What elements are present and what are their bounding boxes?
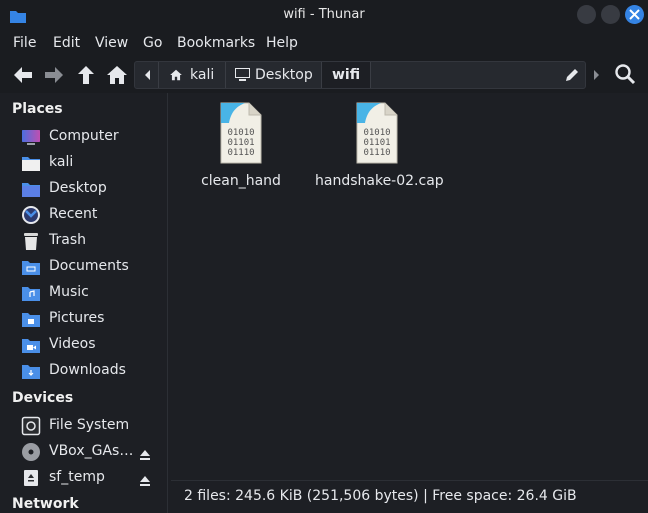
crumb-desktop[interactable]: Desktop [226,62,322,88]
drive-icon [21,416,41,436]
sidebar-item-trash[interactable]: Trash [0,229,166,253]
music-folder-icon [21,283,41,303]
svg-text:01110: 01110 [363,148,390,158]
sidebar-item-desktop[interactable]: Desktop [0,177,166,201]
svg-text:01010: 01010 [363,128,390,138]
minimize-button[interactable] [577,5,596,24]
network-heading: Network [12,496,79,512]
forward-button[interactable] [42,63,66,87]
sidebar-item-label: Recent [49,206,98,222]
computer-icon [21,127,41,147]
file-name: handshake-02.cap [315,173,444,189]
status-bar: 2 files: 245.6 KiB (251,506 bytes) | Fre… [171,480,648,513]
chevron-right-icon [594,70,599,80]
sidebar-item-label: Trash [49,232,86,248]
path-bar: kali Desktop wifi [134,61,586,89]
path-entry[interactable] [371,62,585,88]
menu-go[interactable]: Go [143,35,162,51]
file-name: clean_hand [201,173,281,189]
search-icon [615,64,636,85]
sidebar-item-music[interactable]: Music [0,281,166,305]
chevron-left-icon [145,70,150,80]
sidebar-item-recent[interactable]: Recent [0,203,166,227]
sidebar-item-computer[interactable]: Computer [0,125,166,149]
optical-disc-icon [21,442,41,462]
sidebar-item-label: Desktop [49,180,107,196]
menu-help[interactable]: Help [266,35,298,51]
crumb-label: kali [190,67,215,83]
home-button[interactable] [105,63,129,87]
svg-text:01010: 01010 [227,128,254,138]
menu-bookmarks[interactable]: Bookmarks [177,35,255,51]
sidebar-item-label: File System [49,417,130,433]
path-scroll-right-button[interactable] [590,63,604,87]
sidebar-item-kali[interactable]: kali [0,151,166,175]
menu-bar: File Edit View Go Bookmarks Help [0,30,648,57]
binary-file-icon: 01010 01101 01110 [356,102,398,164]
removable-drive-icon [21,468,41,488]
menu-file[interactable]: File [13,35,36,51]
crumb-wifi[interactable]: wifi [322,62,371,88]
status-text: 2 files: 245.6 KiB (251,506 bytes) | Fre… [184,488,577,504]
eject-icon[interactable] [139,472,151,491]
documents-folder-icon [21,257,41,277]
menu-view[interactable]: View [95,35,128,51]
close-icon [629,9,640,20]
sidebar-item-label: Pictures [49,310,105,326]
file-view[interactable]: 01010 01101 01110 clean_hand 01010 01101… [171,93,648,480]
crumb-label: Desktop [255,67,313,83]
home-icon [107,66,127,84]
places-heading: Places [12,101,63,117]
binary-file-icon: 01010 01101 01110 [220,102,262,164]
up-button[interactable] [74,63,98,87]
pencil-icon[interactable] [565,68,579,82]
sidebar-item-label: Music [49,284,89,300]
recent-icon [21,205,41,225]
sidebar-item-videos[interactable]: Videos [0,333,166,357]
eject-icon[interactable] [139,446,151,465]
maximize-button[interactable] [601,5,620,24]
crumb-kali[interactable]: kali [159,62,226,88]
sidebar-item-documents[interactable]: Documents [0,255,166,279]
sidebar-item-label: VBox_GAs… [49,443,134,459]
path-scroll-left-button[interactable] [135,62,159,88]
menu-edit[interactable]: Edit [53,35,80,51]
sidebar-item-label: kali [49,154,74,170]
file-item-clean-hand[interactable]: 01010 01101 01110 clean_hand [195,101,287,189]
sidebar-item-label: Computer [49,128,119,144]
svg-text:01101: 01101 [227,138,254,148]
sidebar-item-label: Documents [49,258,129,274]
sidebar-item-label: Downloads [49,362,126,378]
sidebar-item-pictures[interactable]: Pictures [0,307,166,331]
arrow-right-icon [45,67,63,83]
crumb-label: wifi [332,67,361,83]
close-button[interactable] [625,5,644,24]
svg-text:01101: 01101 [363,138,390,148]
sidebar-item-vbox[interactable]: VBox_GAs… [0,440,166,464]
file-item-handshake[interactable]: 01010 01101 01110 handshake-02.cap [315,101,444,189]
svg-text:01110: 01110 [227,148,254,158]
sidebar-item-downloads[interactable]: Downloads [0,359,166,383]
home-folder-icon [21,153,41,173]
home-icon [170,69,182,81]
desktop-icon [235,68,250,81]
toolbar: kali Desktop wifi [0,57,648,93]
back-button[interactable] [11,63,35,87]
arrow-left-icon [14,67,32,83]
window-title: wifi - Thunar [283,7,365,22]
arrow-up-icon [78,66,94,84]
trash-icon [21,231,41,251]
sidebar-item-file-system[interactable]: File System [0,414,166,438]
search-button[interactable] [614,63,638,87]
pictures-folder-icon [21,309,41,329]
sidebar-item-sf-temp[interactable]: sf_temp [0,466,166,490]
downloads-folder-icon [21,361,41,381]
sidebar: Places Computer kali Desktop Recent Tras… [0,93,168,513]
sidebar-item-label: Videos [49,336,96,352]
title-bar: wifi - Thunar [0,0,648,30]
sidebar-item-label: sf_temp [49,469,105,485]
devices-heading: Devices [12,390,74,406]
desktop-folder-icon [21,179,41,199]
videos-folder-icon [21,335,41,355]
